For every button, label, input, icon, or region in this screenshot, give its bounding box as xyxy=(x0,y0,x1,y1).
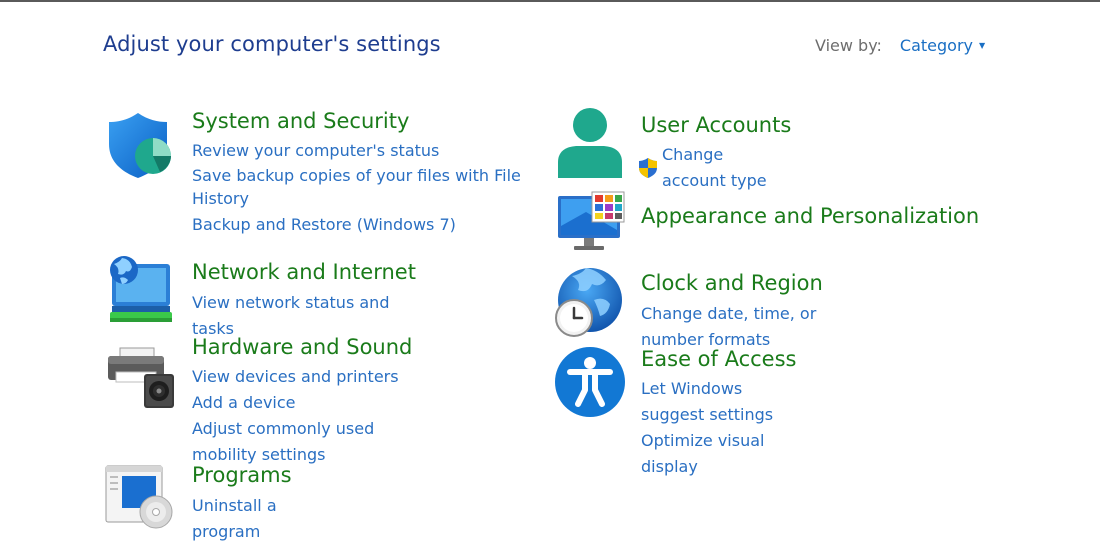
link-mobility-settings[interactable]: Adjust commonly used mobility settings xyxy=(192,416,412,468)
category-title-appearance[interactable]: Appearance and Personalization xyxy=(641,203,979,229)
link-optimize-display[interactable]: Optimize visual display xyxy=(641,428,796,480)
programs-disc-icon[interactable] xyxy=(104,462,176,534)
monitor-palette-icon[interactable] xyxy=(556,190,628,262)
view-by-value: Category xyxy=(899,36,973,55)
view-by-dropdown[interactable]: Category ▼ xyxy=(900,36,985,55)
link-review-status[interactable]: Review your computer's status xyxy=(192,138,522,164)
category-title-user-accounts[interactable]: User Accounts xyxy=(641,112,791,138)
accessibility-icon[interactable] xyxy=(554,346,626,418)
category-title-clock-region[interactable]: Clock and Region xyxy=(641,270,823,296)
category-title-network-internet[interactable]: Network and Internet xyxy=(192,259,416,285)
category-title-programs[interactable]: Programs xyxy=(192,462,292,488)
page-title: Adjust your computer's settings xyxy=(103,32,441,56)
window-top-border xyxy=(0,0,1100,2)
link-add-device[interactable]: Add a device xyxy=(192,390,412,416)
link-backup-restore[interactable]: Backup and Restore (Windows 7) xyxy=(192,212,522,238)
shield-icon[interactable] xyxy=(104,110,176,182)
uac-shield-icon xyxy=(639,158,657,179)
user-icon[interactable] xyxy=(554,106,626,178)
network-globe-icon[interactable] xyxy=(106,256,178,328)
globe-clock-icon[interactable] xyxy=(552,266,624,338)
link-devices-printers[interactable]: View devices and printers xyxy=(192,364,412,390)
view-by-label: View by: xyxy=(815,36,882,55)
link-file-history[interactable]: Save backup copies of your files with Fi… xyxy=(192,164,522,210)
category-title-hardware-sound[interactable]: Hardware and Sound xyxy=(192,334,412,360)
link-suggest-settings[interactable]: Let Windows suggest settings xyxy=(641,376,796,428)
category-title-ease-access[interactable]: Ease of Access xyxy=(641,346,796,372)
category-title-system-security[interactable]: System and Security xyxy=(192,108,522,134)
view-by-control: View by: Category ▼ xyxy=(815,36,985,55)
link-uninstall-program[interactable]: Uninstall a program xyxy=(192,493,292,545)
dropdown-arrow-icon: ▼ xyxy=(979,41,986,50)
link-change-account-type[interactable]: Change account type xyxy=(662,142,791,194)
printer-speaker-icon[interactable] xyxy=(106,344,178,416)
